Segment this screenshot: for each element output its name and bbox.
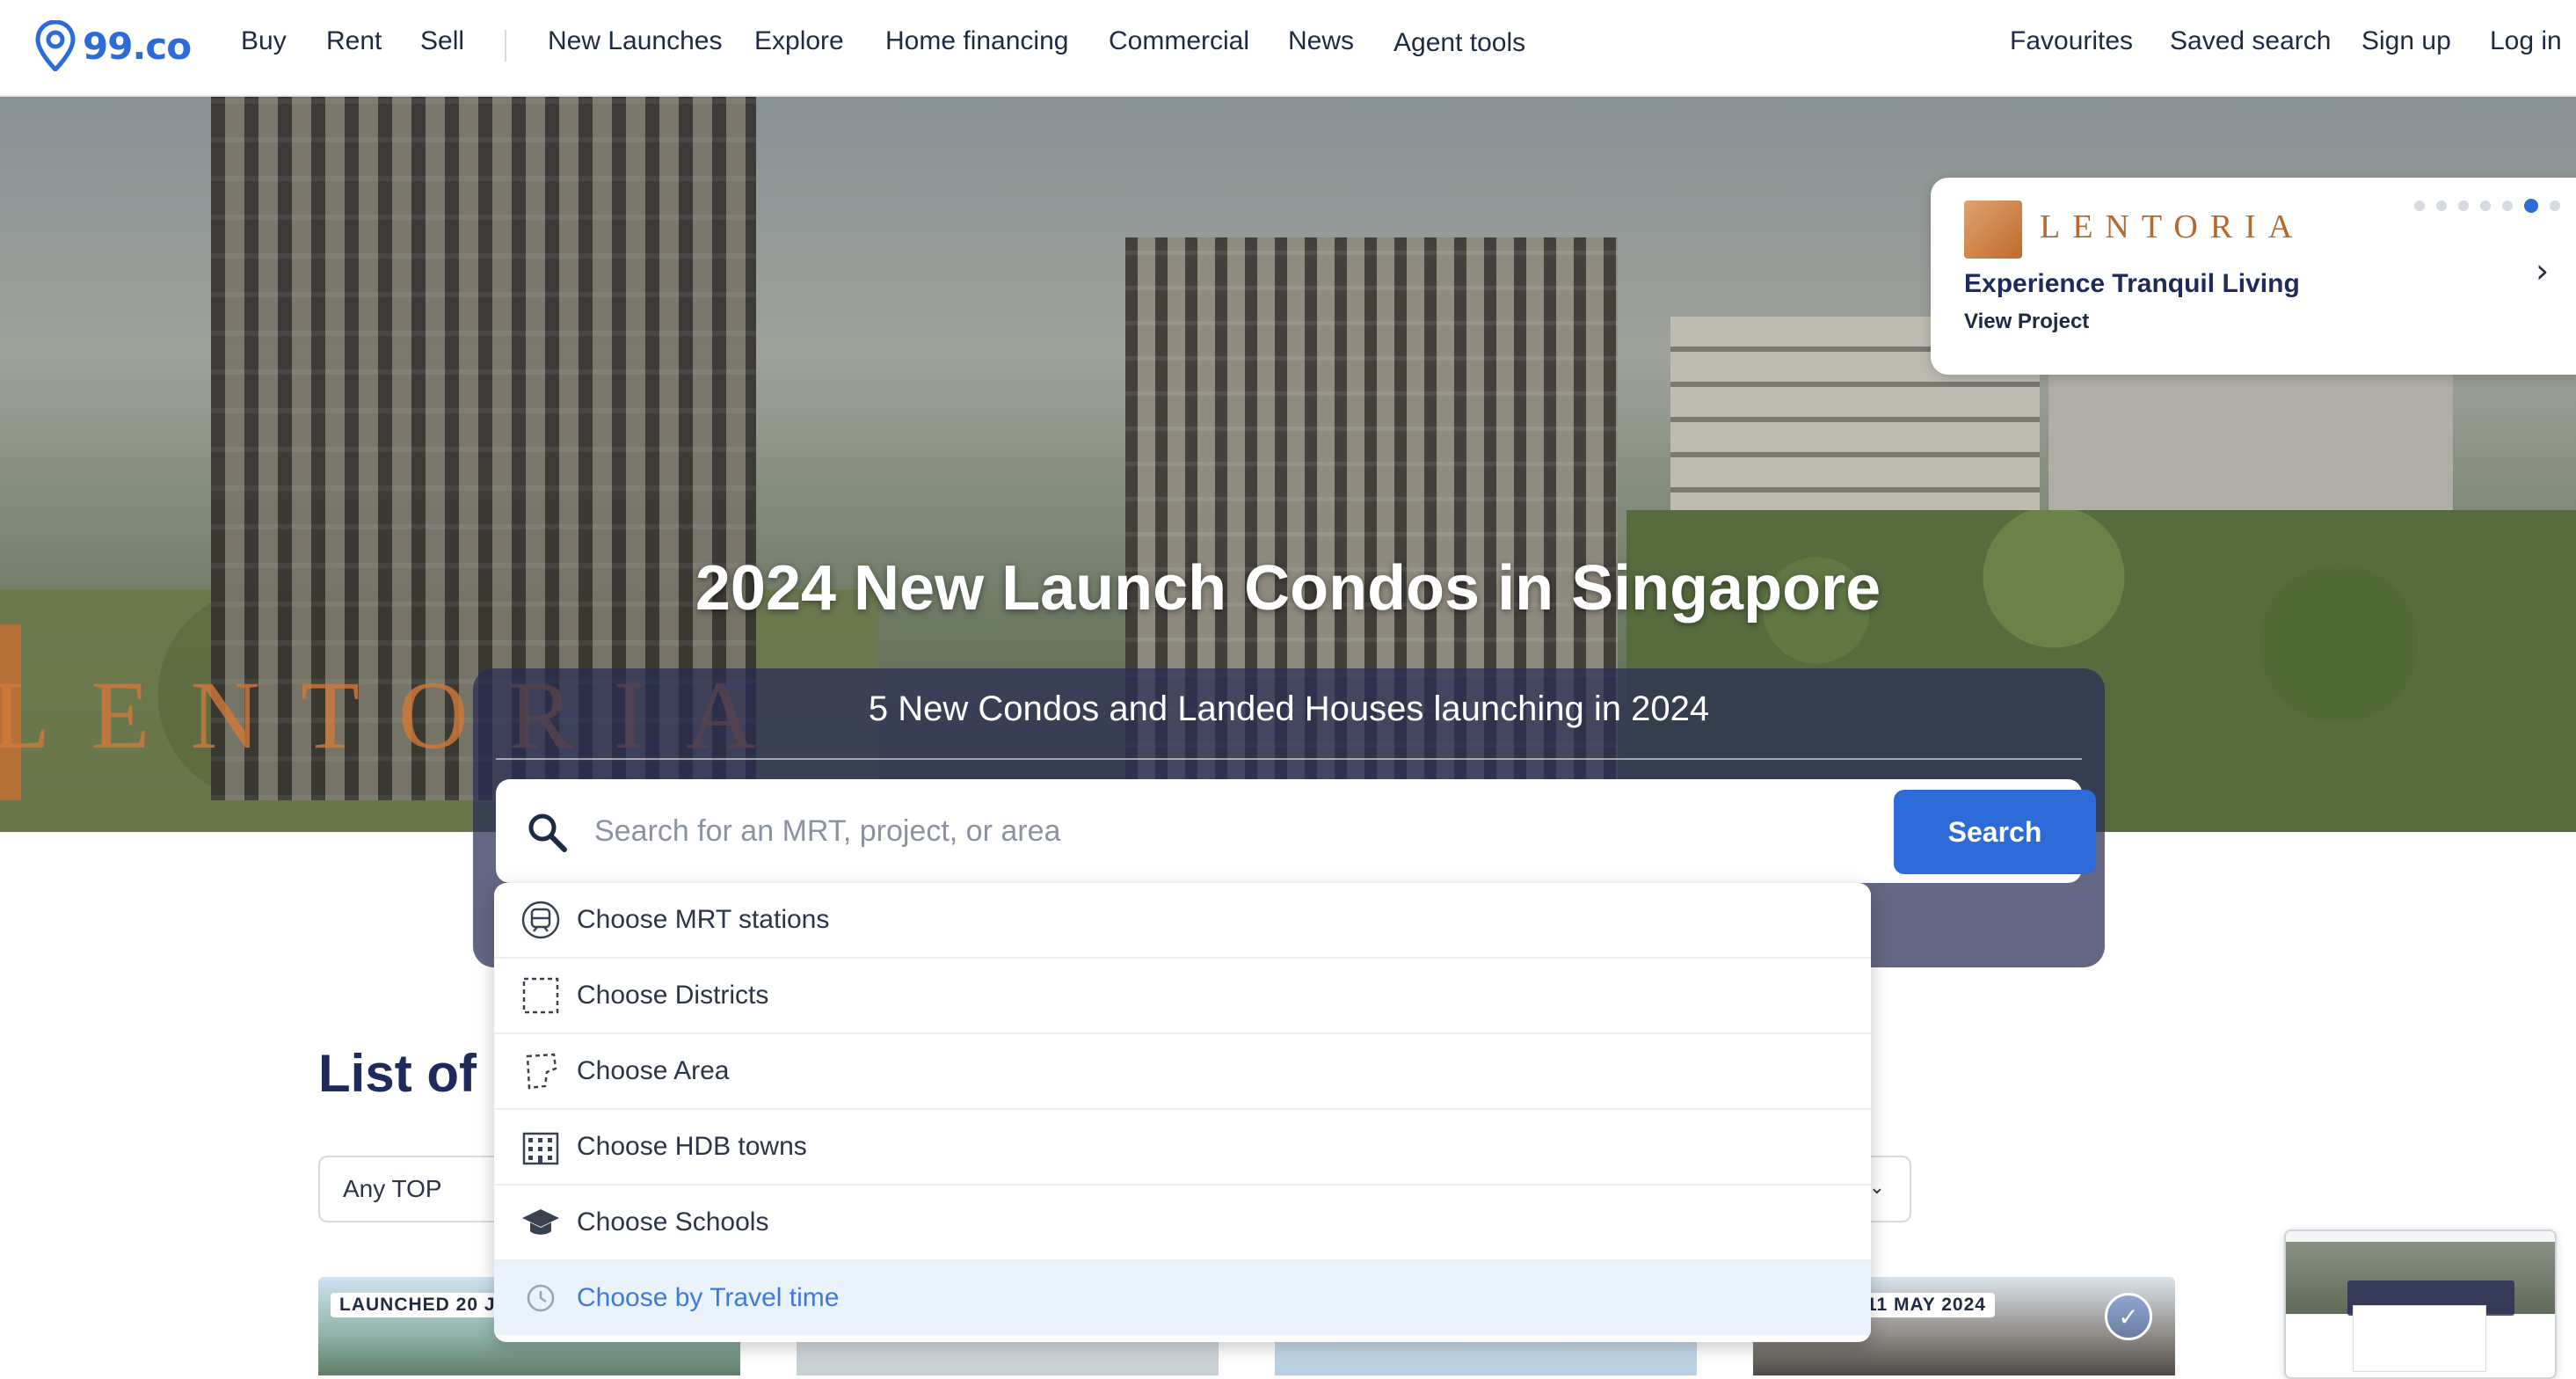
nav-log-in[interactable]: Log in [2490, 26, 2562, 56]
promo-brand: LENTORIA [2040, 208, 2305, 245]
location-pin-icon [35, 20, 76, 71]
logo-text: 99.co [83, 24, 192, 68]
train-icon [521, 901, 560, 939]
hero-subtitle: 5 New Condos and Landed Houses launching… [868, 690, 1710, 728]
graduation-cap-icon [522, 1209, 559, 1235]
search-button[interactable]: Search [1894, 790, 2096, 874]
top-navigation: 99.co Buy Rent Sell New Launches Explore… [0, 0, 2576, 97]
nav-sign-up[interactable]: Sign up [2361, 26, 2451, 56]
carousel-dot[interactable] [2414, 201, 2425, 211]
nav-home-financing[interactable]: Home financing [885, 26, 1068, 56]
nav-news[interactable]: News [1288, 26, 1354, 56]
nav-favourites[interactable]: Favourites [2010, 26, 2133, 56]
dropdown-label: Choose HDB towns [577, 1132, 807, 1161]
chevron-right-icon[interactable]: › [2536, 252, 2549, 290]
promo-title: Experience Tranquil Living [1964, 269, 2300, 298]
top-filter-value: Any TOP [343, 1175, 442, 1202]
nav-buy[interactable]: Buy [241, 26, 287, 56]
dropdown-item-schools[interactable]: Choose Schools [494, 1186, 1871, 1261]
nav-rent[interactable]: Rent [326, 26, 382, 56]
search-box: Search [496, 779, 2096, 883]
search-icon [528, 814, 567, 852]
nav-explore[interactable]: Explore [754, 26, 844, 56]
lentoria-logo [1964, 201, 2022, 259]
dropdown-label: Choose by Travel time [577, 1283, 840, 1312]
dashed-square-icon [522, 977, 559, 1014]
nav-divider [505, 30, 506, 62]
promo-card[interactable]: LENTORIA Experience Tranquil Living View… [1931, 178, 2576, 375]
carousel-dot[interactable] [2502, 201, 2513, 211]
nav-agent-tools[interactable]: Agent tools [1394, 28, 1525, 58]
carousel-dot[interactable] [2480, 201, 2491, 211]
logo[interactable]: 99.co [35, 18, 192, 74]
nav-sell[interactable]: Sell [420, 26, 464, 56]
nav-new-launches[interactable]: New Launches [548, 26, 722, 56]
carousel-dots [2414, 199, 2560, 213]
carousel-dot[interactable] [2458, 201, 2469, 211]
clock-icon [527, 1284, 555, 1312]
check-icon[interactable]: ✓ [2105, 1293, 2152, 1340]
nav-saved-search[interactable]: Saved search [2170, 26, 2331, 56]
carousel-dot[interactable] [2550, 201, 2560, 211]
area-outline-icon [526, 1053, 557, 1090]
dropdown-label: Choose Schools [577, 1208, 769, 1237]
dropdown-item-districts[interactable]: Choose Districts [494, 959, 1871, 1034]
carousel-dot[interactable] [2524, 199, 2538, 213]
view-project-link[interactable]: View Project [1964, 310, 2089, 334]
launch-date-tag: LAUNCHED 20 JU [331, 1293, 519, 1317]
search-suggestions-dropdown: Choose MRT stations Choose Districts Cho… [494, 883, 1871, 1342]
dropdown-label: Choose Districts [577, 981, 769, 1010]
dropdown-label: Choose Area [577, 1056, 730, 1085]
carousel-dot[interactable] [2436, 201, 2447, 211]
page-title: 2024 New Launch Condos in Singapore [695, 553, 1881, 624]
building-icon [522, 1132, 559, 1165]
dropdown-item-travel-time[interactable]: Choose by Travel time [494, 1261, 1871, 1335]
page-preview-thumbnail[interactable] [2284, 1229, 2557, 1379]
dropdown-item-hdb-towns[interactable]: Choose HDB towns [494, 1110, 1871, 1186]
nav-commercial[interactable]: Commercial [1109, 26, 1249, 56]
divider [496, 758, 2082, 760]
chevron-down-icon: ⌄ [1868, 1177, 1885, 1199]
search-input[interactable] [593, 795, 1475, 867]
dropdown-label: Choose MRT stations [577, 905, 830, 934]
dropdown-item-area[interactable]: Choose Area [494, 1034, 1871, 1110]
dropdown-item-mrt[interactable]: Choose MRT stations [494, 883, 1871, 959]
